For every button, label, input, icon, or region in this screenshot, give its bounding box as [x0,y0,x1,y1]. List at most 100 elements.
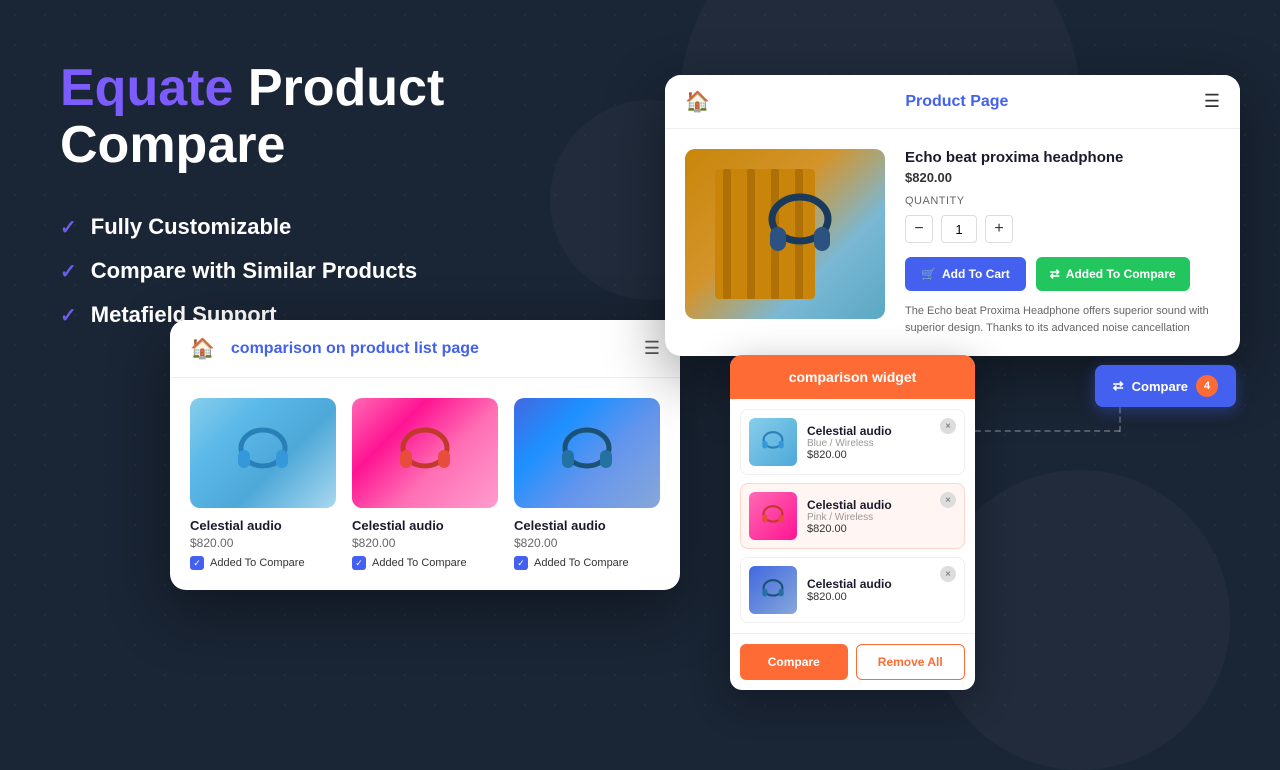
check-icon-2: ✓ [60,259,77,284]
feature-label-2: Compare with Similar Products [91,258,417,284]
product-page-body: Echo beat proxima headphone $820.00 QUAN… [665,129,1240,356]
bg-circle-2 [930,470,1230,770]
widget-item-info-1: Celestial audio Blue / Wireless $820.00 [807,424,956,461]
comparison-widget: comparison widget Celestial audio Blue /… [730,355,975,690]
widget-item-name-1: Celestial audio [807,424,956,438]
compare-floating-button[interactable]: ⇄ Compare 4 [1095,365,1236,407]
compare-icon-floating: ⇄ [1113,378,1124,394]
widget-item-img-1 [749,418,797,466]
product-compare-1: ✓ Added To Compare [190,556,336,570]
quantity-label: QUANTITY [905,195,1220,207]
check-icon-1: ✓ [60,215,77,240]
product-item-2: Celestial audio $820.00 ✓ Added To Compa… [352,398,498,570]
feature-label-1: Fully Customizable [91,214,291,240]
product-img-blue [190,398,336,508]
product-list-card: 🏠 comparison on product list page ☰ Cele… [170,320,680,590]
checkbox-1: ✓ [190,556,204,570]
widget-item-close-3[interactable]: × [940,566,956,582]
feature-item-1: ✓ Fully Customizable [60,214,580,240]
widget-compare-button[interactable]: Compare [740,644,848,680]
added-to-compare-button[interactable]: ⇄ Added To Compare [1036,257,1190,291]
added-compare-label: Added To Compare [1066,267,1176,281]
product-page-name: Echo beat proxima headphone [905,149,1220,166]
widget-item-price-3: $820.00 [807,591,956,603]
checkbox-2: ✓ [352,556,366,570]
quantity-increase[interactable]: + [985,215,1013,243]
product-img-container-2 [352,398,498,508]
feature-list: ✓ Fully Customizable ✓ Compare with Simi… [60,214,580,328]
product-name-1: Celestial audio [190,518,336,533]
widget-item-variant-2: Pink / Wireless [807,512,956,523]
product-name-3: Celestial audio [514,518,660,533]
quantity-input[interactable] [941,215,977,243]
headphone-svg-3 [552,418,622,488]
widget-item-close-1[interactable]: × [940,418,956,434]
left-section: Equate Product Compare ✓ Fully Customiza… [60,60,580,346]
widget-header: comparison widget [730,355,975,399]
product-headphone-svg [715,169,855,299]
compare-floating-label: Compare [1132,379,1188,394]
widget-item-info-3: Celestial audio $820.00 [807,577,956,603]
product-price-2: $820.00 [352,536,498,550]
widget-items: Celestial audio Blue / Wireless $820.00 … [730,399,975,633]
home-icon-list: 🏠 [190,336,215,361]
product-page-card: 🏠 Product Page ☰ [665,75,1240,356]
compare-count-badge: 4 [1196,375,1218,397]
product-list-card-title: comparison on product list page [231,340,644,358]
product-price-3: $820.00 [514,536,660,550]
product-img-container-3 [514,398,660,508]
cart-icon: 🛒 [921,267,936,281]
product-list-card-header: 🏠 comparison on product list page ☰ [170,320,680,378]
widget-item-img-blue-1 [749,418,797,466]
product-img-pink [352,398,498,508]
product-img-blue2 [514,398,660,508]
product-compare-2: ✓ Added To Compare [352,556,498,570]
product-item-1: Celestial audio $820.00 ✓ Added To Compa… [190,398,336,570]
widget-item-img-blue2-3 [749,566,797,614]
product-price-1: $820.00 [190,536,336,550]
compare-label-3: Added To Compare [534,557,629,569]
widget-item-img-2 [749,492,797,540]
compare-label-1: Added To Compare [210,557,305,569]
widget-item-variant-1: Blue / Wireless [807,438,956,449]
product-page-details: Echo beat proxima headphone $820.00 QUAN… [905,149,1220,336]
product-compare-3: ✓ Added To Compare [514,556,660,570]
product-name-2: Celestial audio [352,518,498,533]
product-page-buttons: 🛒 Add To Cart ⇄ Added To Compare [905,257,1220,291]
widget-item-1: Celestial audio Blue / Wireless $820.00 … [740,409,965,475]
widget-item-2: Celestial audio Pink / Wireless $820.00 … [740,483,965,549]
widget-item-close-2[interactable]: × [940,492,956,508]
widget-item-price-2: $820.00 [807,523,956,535]
main-title: Equate Product Compare [60,60,580,174]
add-cart-label: Add To Cart [942,267,1010,281]
product-page-image [685,149,885,319]
headphone-svg-2 [390,418,460,488]
quantity-decrease[interactable]: − [905,215,933,243]
product-item-3: Celestial audio $820.00 ✓ Added To Compa… [514,398,660,570]
add-to-cart-button[interactable]: 🛒 Add To Cart [905,257,1026,291]
menu-icon-pp: ☰ [1204,91,1220,112]
widget-remove-all-button[interactable]: Remove All [856,644,966,680]
quantity-control: − + [905,215,1220,243]
headphone-svg-1 [228,418,298,488]
check-icon-3: ✓ [60,303,77,328]
title-highlight: Equate [60,59,233,117]
checkbox-3: ✓ [514,556,528,570]
product-img-container-1 [190,398,336,508]
widget-item-name-2: Celestial audio [807,498,956,512]
menu-icon-list: ☰ [644,338,660,359]
product-page-title: Product Page [710,93,1204,111]
widget-item-3: Celestial audio $820.00 × [740,557,965,623]
widget-item-name-3: Celestial audio [807,577,956,591]
widget-headphone-2 [758,501,788,531]
product-description: The Echo beat Proxima Headphone offers s… [905,303,1220,336]
widget-item-price-1: $820.00 [807,449,956,461]
widget-footer: Compare Remove All [730,633,975,690]
compare-label-2: Added To Compare [372,557,467,569]
products-grid: Celestial audio $820.00 ✓ Added To Compa… [170,378,680,590]
widget-item-img-pink-2 [749,492,797,540]
widget-headphone-3 [758,575,788,605]
product-page-header: 🏠 Product Page ☰ [665,75,1240,129]
product-page-price: $820.00 [905,170,1220,185]
widget-item-info-2: Celestial audio Pink / Wireless $820.00 [807,498,956,535]
